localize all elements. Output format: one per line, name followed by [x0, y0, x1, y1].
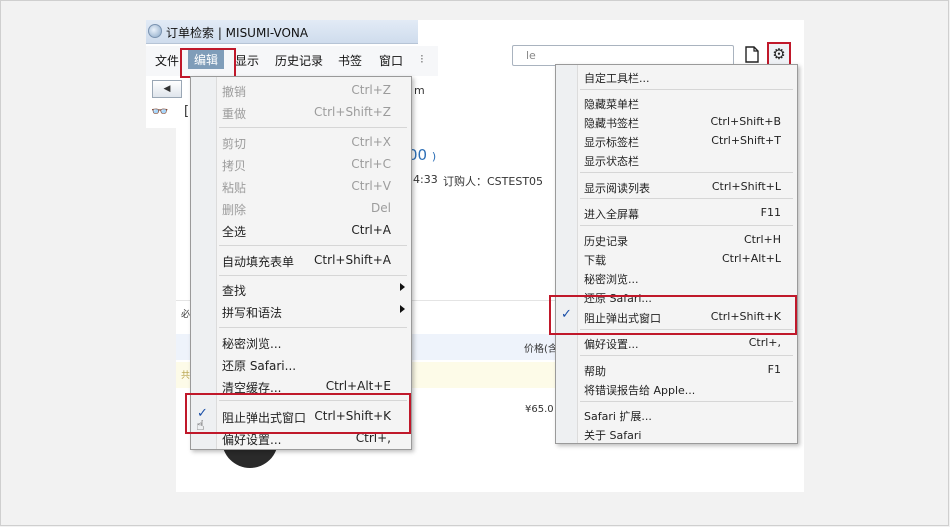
menu-item-private-browsing[interactable]: 秘密浏览...: [222, 333, 391, 351]
price-label: 价格(含: [524, 344, 558, 355]
menu-history[interactable]: 历史记录: [275, 52, 323, 69]
menu-separator: [580, 401, 793, 402]
address-field[interactable]: le: [512, 45, 734, 66]
menu-item-enter-fullscreen[interactable]: 进入全屏幕 F11: [584, 204, 781, 221]
price-value: ¥65.0: [525, 404, 554, 415]
menu-window[interactable]: 窗口: [379, 52, 403, 69]
menu-item-autofill[interactable]: 自动填充表单 Ctrl+Shift+A: [222, 251, 391, 269]
window-title: 订单检索 | MISUMI-VONA: [166, 26, 309, 40]
menu-item-history[interactable]: 历史记录 Ctrl+H: [584, 231, 781, 248]
menu-separator: [580, 89, 793, 90]
menu-item-help[interactable]: 帮助 F1: [584, 361, 781, 378]
address-text: le: [526, 49, 536, 62]
menu-separator: [580, 198, 793, 199]
menu-separator: [580, 225, 793, 226]
menu-item-private-browsing[interactable]: 秘密浏览...: [584, 269, 781, 286]
menu-separator: [219, 127, 407, 128]
back-arrow-icon: ◀: [163, 84, 171, 94]
menu-item-customize-toolbar[interactable]: 自定工具栏...: [584, 68, 781, 85]
menu-item-cut[interactable]: 剪切 Ctrl+X: [222, 133, 391, 151]
menu-item-spelling[interactable]: 拼写和语法: [222, 302, 405, 320]
menu-item-show-status-bar[interactable]: 显示状态栏: [584, 151, 781, 168]
gear-icon: ⚙: [772, 45, 786, 63]
window-titlebar: 订单检索 | MISUMI-VONA: [146, 20, 418, 44]
menu-item-paste[interactable]: 粘贴 Ctrl+V: [222, 177, 391, 195]
menu-item-about-safari[interactable]: 关于 Safari: [584, 425, 781, 442]
menu-separator: [219, 245, 407, 246]
submenu-arrow-icon: [400, 283, 405, 291]
menu-bookmarks[interactable]: 书签: [338, 52, 362, 69]
menu-separator: [219, 275, 407, 276]
block-popups-highlight: [185, 393, 411, 434]
reading-list-icon[interactable]: 👓: [151, 104, 168, 120]
settings-gear-button[interactable]: ⚙: [767, 42, 791, 66]
menu-item-report-bugs[interactable]: 将错误报告给 Apple...: [584, 380, 781, 397]
menu-item-copy[interactable]: 拷贝 Ctrl+C: [222, 155, 391, 173]
gear-menu: 自定工具栏... 隐藏菜单栏 隐藏书签栏 Ctrl+Shift+B 显示标签栏 Ct…: [555, 64, 798, 444]
menu-item-hide-menubar[interactable]: 隐藏菜单栏: [584, 94, 781, 111]
menu-item-undo[interactable]: 撤销 Ctrl+Z: [222, 81, 391, 99]
side-mark-1: 必: [181, 310, 191, 320]
block-popups-highlight: [549, 295, 797, 335]
menu-item-reset-safari[interactable]: 还原 Safari...: [222, 355, 391, 373]
menu-item-hide-bookmarks-bar[interactable]: 隐藏书签栏 Ctrl+Shift+B: [584, 113, 781, 130]
back-button[interactable]: ◀: [152, 80, 182, 98]
menu-item-preferences[interactable]: 偏好设置... Ctrl+,: [584, 334, 781, 351]
menu-item-select-all[interactable]: 全选 Ctrl+A: [222, 221, 391, 239]
order-number-fragment: 00 ): [408, 146, 437, 164]
submenu-arrow-icon: [400, 305, 405, 313]
edit-menu-highlight: [180, 48, 236, 78]
menu-separator: [580, 172, 793, 173]
bookmark-bracket-icon: [: [184, 104, 190, 119]
partial-tab-text: m: [414, 84, 425, 97]
globe-icon: [148, 24, 162, 38]
time-fragment: 4:33: [413, 173, 438, 186]
menu-view[interactable]: 显示: [235, 52, 259, 69]
menu-separator: [580, 355, 793, 356]
menu-item-safari-extensions[interactable]: Safari 扩展...: [584, 406, 781, 423]
menu-separator: [219, 327, 407, 328]
hand-cursor-icon: ☝: [196, 418, 205, 434]
buyer-text: 订购人：CSTEST05: [443, 175, 544, 188]
menu-item-delete[interactable]: 删除 Del: [222, 199, 391, 217]
menu-item-show-tab-bar[interactable]: 显示标签栏 Ctrl+Shift+T: [584, 132, 781, 149]
menu-file[interactable]: 文件: [155, 52, 179, 69]
menu-item-show-reading-list[interactable]: 显示阅读列表 Ctrl+Shift+L: [584, 178, 781, 195]
side-mark-2: 共: [181, 371, 191, 381]
menu-item-downloads[interactable]: 下载 Ctrl+Alt+L: [584, 250, 781, 267]
menu-item-redo[interactable]: 重做 Ctrl+Shift+Z: [222, 103, 391, 121]
menu-item-find[interactable]: 查找: [222, 280, 405, 298]
page-icon[interactable]: [745, 46, 759, 63]
